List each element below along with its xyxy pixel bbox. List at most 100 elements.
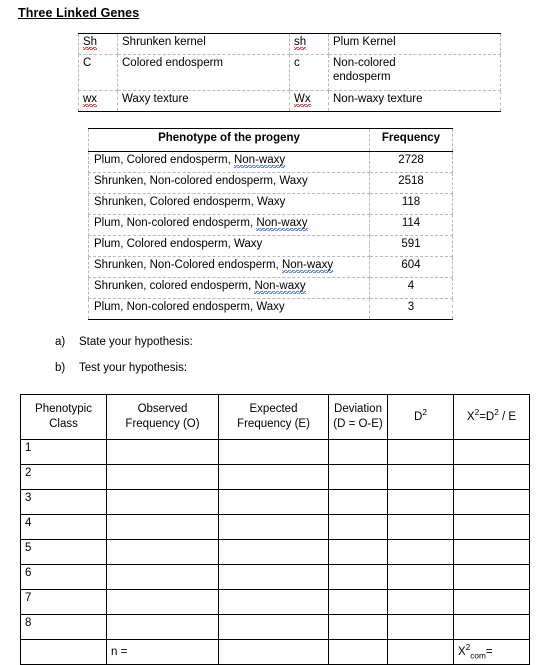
chisq-total-deviation-cell[interactable]: [328, 639, 388, 665]
chisq-dsquared-cell[interactable]: [387, 489, 454, 515]
progeny-phenotype-flagged: Non-waxy: [256, 217, 308, 231]
table-row: 4: [20, 514, 530, 540]
chisq-observed-cell[interactable]: [106, 514, 219, 540]
list-item: b) Test your hypothesis:: [55, 362, 355, 388]
chisq-chisquared-cell[interactable]: [453, 514, 530, 540]
progeny-frequency-cell: 4: [369, 277, 453, 299]
gene-key-row: C Colored endosperm c Non-colored endosp…: [78, 54, 501, 91]
chisq-header-phenotypic-class-l1: Phenotypic: [35, 403, 92, 416]
progeny-frequency-cell: 118: [369, 193, 453, 215]
gene-symbol-recessive: c: [289, 54, 329, 91]
chisq-total-n-cell[interactable]: n =: [106, 639, 219, 665]
chisq-header-observed-l1: Observed: [137, 403, 188, 416]
table-row: Shrunken, Non-Colored endosperm, Non-wax…: [88, 256, 453, 278]
table-row: 8: [20, 614, 530, 640]
chisq-dsquared-cell[interactable]: [387, 514, 454, 540]
gene-desc-recessive-line2: endosperm: [333, 71, 391, 84]
chisq-class-label: 5: [20, 539, 107, 565]
chisq-chisquared-cell[interactable]: [453, 614, 530, 640]
chisq-header-phenotypic-class-l2: Class: [49, 418, 78, 430]
chisq-observed-cell[interactable]: [106, 439, 219, 465]
chisq-expected-cell[interactable]: [218, 439, 329, 465]
chisq-dsquared-cell[interactable]: [387, 614, 454, 640]
gene-symbol-recessive-text: sh: [294, 36, 307, 50]
chisq-header-deviation-l1: Deviation: [334, 403, 382, 416]
chisq-dsquared-cell[interactable]: [387, 439, 454, 465]
chisq-total-class-cell: [20, 639, 107, 665]
chisq-deviation-cell[interactable]: [328, 464, 388, 490]
chisq-dsquared-cell[interactable]: [387, 464, 454, 490]
chisq-observed-cell[interactable]: [106, 589, 219, 615]
chisq-observed-cell[interactable]: [106, 614, 219, 640]
chisq-dsquared-cell[interactable]: [387, 589, 454, 615]
chisq-total-chisquared-base: X: [458, 645, 466, 658]
chisq-class-label: 2: [20, 464, 107, 490]
chisq-header-observed-l2: Frequency (O): [125, 418, 200, 430]
chisq-total-dsquared-cell[interactable]: [387, 639, 454, 665]
chisq-total-chisquared-cell[interactable]: X2com=: [453, 639, 530, 665]
progeny-frequency-cell: 3: [369, 298, 453, 320]
gene-desc-recessive: Plum Kernel: [328, 33, 501, 55]
chisq-total-chisquared-sub: com: [470, 651, 486, 661]
gene-desc-dominant: Waxy texture: [117, 90, 290, 112]
table-row: 1: [20, 439, 530, 465]
gene-symbol-recessive: Wx: [289, 90, 329, 112]
chisq-header-deviation-l2: (D = O-E): [333, 418, 383, 430]
chisq-observed-cell[interactable]: [106, 489, 219, 515]
chisq-expected-cell[interactable]: [218, 464, 329, 490]
progeny-phenotype-text: Plum, Non-colored endosperm,: [94, 217, 257, 229]
chisq-chisquared-cell[interactable]: [453, 564, 530, 590]
chisq-deviation-cell[interactable]: [328, 589, 388, 615]
progeny-frequency-cell: 2728: [369, 151, 453, 173]
chisq-deviation-cell[interactable]: [328, 514, 388, 540]
list-item-marker: a): [55, 336, 66, 348]
chi-square-worksheet-table: Phenotypic Class Observed Frequency (O) …: [20, 394, 530, 665]
table-row: Plum, Colored endosperm, Non-waxy 2728: [88, 151, 453, 173]
gene-key-row: Sh Shrunken kernel sh Plum Kernel: [78, 33, 501, 55]
question-list: a) State your hypothesis: b) Test your hyp…: [55, 336, 355, 388]
chisq-chisquared-cell[interactable]: [453, 539, 530, 565]
progeny-phenotype-cell: Plum, Colored endosperm, Waxy: [88, 235, 370, 257]
progeny-phenotype-cell: Shrunken, colored endosperm, Non-waxy: [88, 277, 370, 299]
chisq-header-expected-l1: Expected: [249, 403, 298, 416]
chisq-header-dsquared: D2: [387, 394, 454, 440]
chisq-deviation-cell[interactable]: [328, 439, 388, 465]
chisq-dsquared-cell[interactable]: [387, 564, 454, 590]
chisq-expected-cell[interactable]: [218, 564, 329, 590]
chisq-expected-cell[interactable]: [218, 539, 329, 565]
table-row: Shrunken, colored endosperm, Non-waxy 4: [88, 277, 453, 299]
gene-desc-recessive: Non-colored endosperm: [328, 54, 501, 91]
chisq-expected-cell[interactable]: [218, 614, 329, 640]
progeny-frequency-cell: 2518: [369, 172, 453, 194]
progeny-phenotype-cell: Shrunken, Colored endosperm, Waxy: [88, 193, 370, 215]
chisq-observed-cell[interactable]: [106, 464, 219, 490]
chisq-dsquared-cell[interactable]: [387, 539, 454, 565]
progeny-phenotype-cell: Shrunken, Non-Colored endosperm, Non-wax…: [88, 256, 370, 278]
chisq-header-phenotypic-class: Phenotypic Class: [20, 394, 107, 440]
chisq-deviation-cell[interactable]: [328, 539, 388, 565]
progeny-phenotype-flagged: Non-waxy: [233, 154, 286, 168]
table-row: 3: [20, 489, 530, 515]
chisq-deviation-cell[interactable]: [328, 564, 388, 590]
chisq-header-dsquared-sup: 2: [422, 407, 427, 417]
chisq-observed-cell[interactable]: [106, 539, 219, 565]
gene-symbol-recessive-text: Wx: [294, 93, 311, 107]
chisq-deviation-cell[interactable]: [328, 489, 388, 515]
chisq-chisquared-cell[interactable]: [453, 439, 530, 465]
progeny-phenotype-flagged: Non-waxy: [254, 280, 306, 294]
progeny-frequency-cell: 604: [369, 256, 453, 278]
chisq-header-chisquared: X2=D2 / E: [453, 394, 530, 440]
progeny-frequency-cell: 591: [369, 235, 453, 257]
gene-key-table: Sh Shrunken kernel sh Plum Kernel C Colo…: [78, 33, 501, 112]
chisq-deviation-cell[interactable]: [328, 614, 388, 640]
chisq-chisquared-cell[interactable]: [453, 464, 530, 490]
chisq-total-expected-cell[interactable]: [218, 639, 329, 665]
chisq-chisquared-cell[interactable]: [453, 589, 530, 615]
chisq-chisquared-cell[interactable]: [453, 489, 530, 515]
chisq-expected-cell[interactable]: [218, 589, 329, 615]
progeny-header-phenotype: Phenotype of the progeny: [88, 128, 370, 152]
chisq-observed-cell[interactable]: [106, 564, 219, 590]
chisq-expected-cell[interactable]: [218, 514, 329, 540]
gene-symbol-dominant: wx: [78, 90, 118, 112]
chisq-expected-cell[interactable]: [218, 489, 329, 515]
